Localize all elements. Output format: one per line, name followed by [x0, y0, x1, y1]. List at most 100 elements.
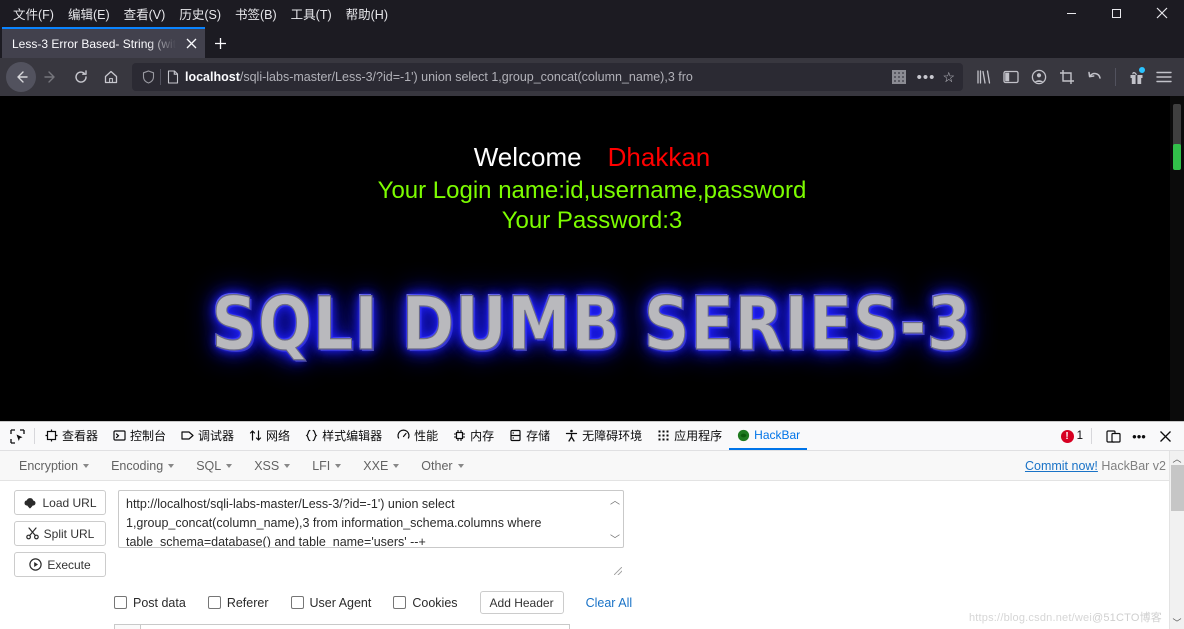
commit-now-link[interactable]: Commit now!	[1025, 459, 1098, 473]
new-tab-button[interactable]	[205, 28, 235, 58]
welcome-label: Welcome	[473, 142, 582, 172]
menu-other[interactable]: Other	[410, 459, 474, 473]
checkbox-box[interactable]	[290, 596, 304, 609]
element-picker-icon[interactable]	[2, 422, 32, 450]
tab-console[interactable]: 控制台	[105, 422, 173, 450]
close-icon[interactable]	[181, 34, 201, 54]
checkbox-cookies-label: Cookies	[412, 595, 458, 610]
textarea-resize-grip[interactable]	[614, 567, 622, 575]
menu-lfi[interactable]: LFI	[301, 459, 352, 473]
error-badge[interactable]: ! 1	[1060, 429, 1083, 443]
chevron-down-icon	[226, 463, 233, 468]
split-url-button[interactable]: Split URL	[14, 521, 106, 546]
menu-xxe[interactable]: XXE	[352, 459, 410, 473]
scroll-down-icon[interactable]: ﹀	[1170, 615, 1184, 629]
menu-bar: 文件(F) 编辑(E) 查看(V) 历史(S) 书签(B) 工具(T) 帮助(H…	[0, 0, 1184, 26]
undo-icon[interactable]	[1081, 62, 1109, 92]
chevron-down-icon	[83, 463, 90, 468]
page-icon[interactable]	[161, 70, 185, 84]
tab-debugger[interactable]: 调试器	[173, 422, 241, 450]
style-editor-icon	[304, 428, 318, 442]
maximize-button[interactable]	[1094, 0, 1139, 26]
responsive-design-icon[interactable]	[1100, 423, 1126, 449]
application-icon	[656, 428, 670, 442]
checkbox-box[interactable]	[393, 596, 407, 609]
page-content: Welcome Dhakkan Your Login name:id,userna…	[0, 96, 1184, 421]
menu-encoding-label: Encoding	[111, 458, 164, 473]
scroll-up-icon[interactable]: ︿	[1170, 451, 1184, 465]
reload-icon[interactable]	[66, 62, 96, 92]
tab-storage[interactable]: 存储	[501, 422, 557, 450]
url-text[interactable]: localhost/sqli-labs-master/Less-3/?id=-1…	[185, 70, 892, 84]
add-header-button[interactable]: Add Header	[479, 591, 564, 614]
tab-inspector[interactable]: 查看器	[37, 422, 105, 450]
checkbox-box[interactable]	[114, 596, 127, 609]
shield-icon[interactable]	[136, 70, 160, 84]
menu-encryption[interactable]: Encryption	[8, 459, 100, 473]
storage-icon	[508, 428, 522, 442]
tab-inspector-label: 查看器	[62, 428, 99, 443]
minimize-button[interactable]	[1049, 0, 1094, 26]
devtools-close-icon[interactable]	[1152, 423, 1178, 449]
back-arrow-icon[interactable]	[6, 62, 36, 92]
screenshot-crop-icon[interactable]	[1053, 62, 1081, 92]
menu-edit[interactable]: 编辑(E)	[61, 1, 117, 26]
checkbox-user-agent[interactable]: User Agent	[290, 596, 371, 610]
devtools-more-icon[interactable]: •••	[1126, 423, 1152, 449]
execute-button[interactable]: Execute	[14, 552, 106, 577]
menu-view[interactable]: 查看(V)	[117, 1, 173, 26]
qr-icon[interactable]	[891, 70, 906, 84]
gift-icon[interactable]	[1122, 62, 1150, 92]
execute-label: Execute	[47, 557, 91, 572]
tab-accessibility[interactable]: 无障碍环境	[557, 422, 649, 450]
checkbox-post-data[interactable]: Post data	[114, 596, 186, 610]
bookmark-star-icon[interactable]: ☆	[942, 69, 959, 86]
clear-all-link[interactable]: Clear All	[586, 596, 633, 610]
chevron-down-icon	[168, 463, 175, 468]
header-value-input[interactable]: Upgrade-Insecure-Requests: 1	[140, 624, 570, 629]
checkbox-cookies[interactable]: Cookies	[393, 595, 458, 610]
menu-hamburger-icon[interactable]	[1150, 62, 1178, 92]
menu-bookmarks[interactable]: 书签(B)	[228, 1, 284, 26]
forward-arrow-icon[interactable]	[36, 62, 66, 92]
tab-style-editor-label: 样式编辑器	[322, 428, 383, 443]
account-icon[interactable]	[1025, 62, 1053, 92]
tab-style-editor[interactable]: 样式编辑器	[297, 422, 389, 450]
library-icon[interactable]	[969, 62, 997, 92]
hackbar-scrollbar[interactable]: ︿ ﹀	[1169, 451, 1184, 629]
devtools-right-controls: ! 1 •••	[1060, 423, 1184, 449]
home-icon[interactable]	[96, 62, 126, 92]
page-scrollbar[interactable]	[1170, 96, 1184, 421]
url-path: /sqli-labs-master/Less-3/?id=-1') union …	[239, 70, 693, 84]
url-input[interactable]	[118, 490, 624, 548]
menu-file[interactable]: 文件(F)	[6, 1, 61, 26]
hackbar-menubar: Encryption Encoding SQL XSS LFI XXE Othe…	[0, 451, 1184, 481]
menu-encoding[interactable]: Encoding	[100, 459, 185, 473]
menu-help[interactable]: 帮助(H)	[339, 1, 395, 26]
devtools-panel: 查看器 控制台 调试器 网络 样式编辑器 性能 内存 存储 无障碍环境 应用程序…	[0, 421, 1184, 629]
tab-performance[interactable]: 性能	[389, 422, 445, 450]
tab-application[interactable]: 应用程序	[649, 422, 729, 450]
browser-tab[interactable]: Less-3 Error Based- String (with Twist)	[2, 27, 205, 58]
url-bar[interactable]: localhost/sqli-labs-master/Less-3/?id=-1…	[132, 63, 963, 91]
navigation-toolbar: localhost/sqli-labs-master/Less-3/?id=-1…	[0, 58, 1184, 96]
menu-sql[interactable]: SQL	[185, 459, 243, 473]
menu-history[interactable]: 历史(S)	[172, 1, 228, 26]
url-more-icon[interactable]: •••	[910, 69, 943, 86]
hackbar-scrollbar-thumb[interactable]	[1171, 465, 1184, 511]
tab-memory[interactable]: 内存	[445, 422, 501, 450]
menu-xss[interactable]: XSS	[243, 459, 301, 473]
menu-tools[interactable]: 工具(T)	[284, 1, 339, 26]
sidebar-icon[interactable]	[997, 62, 1025, 92]
tab-network[interactable]: 网络	[241, 422, 297, 450]
chevron-down-icon	[335, 463, 342, 468]
checkbox-referer[interactable]: Referer	[207, 596, 269, 610]
checkbox-box[interactable]	[207, 596, 221, 609]
tab-hackbar[interactable]: HackBar	[729, 422, 808, 450]
close-window-button[interactable]	[1139, 0, 1184, 26]
accessibility-icon	[564, 428, 578, 442]
page-scrollbar-thumb[interactable]	[1173, 144, 1181, 170]
menu-encryption-label: Encryption	[19, 458, 79, 473]
performance-icon	[396, 428, 410, 442]
load-url-button[interactable]: Load URL	[14, 490, 106, 515]
